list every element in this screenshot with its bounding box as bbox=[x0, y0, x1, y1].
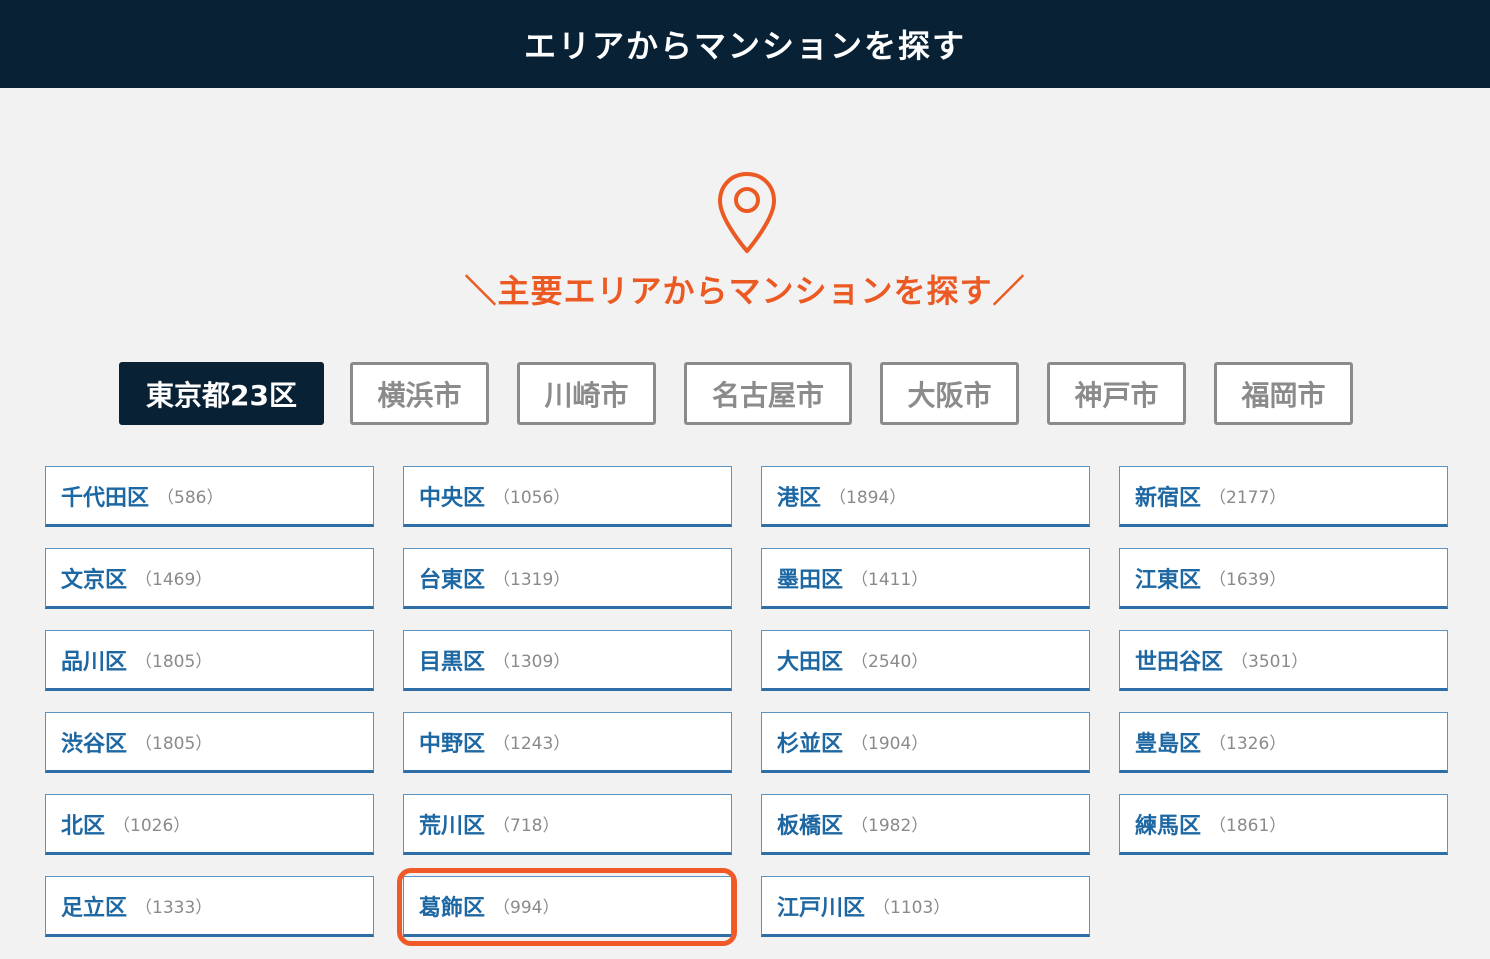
ward-count: （1805） bbox=[135, 652, 213, 672]
ward-item[interactable]: 港区 （1894） bbox=[761, 466, 1090, 527]
ward-item[interactable]: 大田区 （2540） bbox=[761, 630, 1090, 691]
ward-name: 練馬区 bbox=[1135, 813, 1202, 839]
ward-count: （718） bbox=[493, 816, 560, 836]
section-subtitle: ＼主要エリアからマンションを探す／ bbox=[464, 272, 1026, 310]
ward-name: 葛飾区 bbox=[419, 895, 486, 921]
ward-item[interactable]: 墨田区 （1411） bbox=[761, 548, 1090, 609]
ward-name: 目黒区 bbox=[419, 649, 486, 675]
ward-count: （3501） bbox=[1231, 652, 1309, 672]
ward-name: 世田谷区 bbox=[1135, 649, 1224, 675]
ward-name: 板橋区 bbox=[777, 813, 844, 839]
ward-item[interactable]: 中央区 （1056） bbox=[403, 466, 732, 527]
ward-count: （1243） bbox=[493, 734, 571, 754]
ward-count: （1056） bbox=[493, 488, 571, 508]
ward-item[interactable]: 目黒区 （1309） bbox=[403, 630, 732, 691]
header-title: エリアからマンションを探す bbox=[523, 27, 966, 65]
ward-count: （1309） bbox=[493, 652, 571, 672]
ward-item[interactable]: 杉並区 （1904） bbox=[761, 712, 1090, 773]
ward-name: 江東区 bbox=[1135, 567, 1202, 593]
ward-name: 品川区 bbox=[61, 649, 128, 675]
ward-name: 墨田区 bbox=[777, 567, 844, 593]
ward-name: 足立区 bbox=[61, 895, 128, 921]
ward-count: （994） bbox=[493, 898, 560, 918]
tab-fukuoka[interactable]: 福岡市 bbox=[1214, 362, 1353, 425]
ward-item[interactable]: 江戸川区 （1103） bbox=[761, 876, 1090, 937]
ward-count: （586） bbox=[157, 488, 224, 508]
ward-item[interactable]: 文京区 （1469） bbox=[45, 548, 374, 609]
ward-count: （1103） bbox=[873, 898, 951, 918]
tab-kobe[interactable]: 神戸市 bbox=[1047, 362, 1186, 425]
ward-item[interactable]: 荒川区 （718） bbox=[403, 794, 732, 855]
ward-count: （1904） bbox=[851, 734, 929, 754]
tab-nagoya[interactable]: 名古屋市 bbox=[684, 362, 852, 425]
ward-count: （1326） bbox=[1209, 734, 1287, 754]
ward-count: （1411） bbox=[851, 570, 929, 590]
ward-name: 豊島区 bbox=[1135, 731, 1202, 757]
ward-item[interactable]: 練馬区 （1861） bbox=[1119, 794, 1448, 855]
ward-item[interactable]: 世田谷区 （3501） bbox=[1119, 630, 1448, 691]
ward-count: （1861） bbox=[1209, 816, 1287, 836]
ward-name: 台東区 bbox=[419, 567, 486, 593]
ward-count: （1894） bbox=[829, 488, 907, 508]
ward-count: （1982） bbox=[851, 816, 929, 836]
ward-count: （1805） bbox=[135, 734, 213, 754]
ward-count: （1319） bbox=[493, 570, 571, 590]
ward-count: （1026） bbox=[113, 816, 191, 836]
ward-item[interactable]: 江東区 （1639） bbox=[1119, 548, 1448, 609]
ward-name: 杉並区 bbox=[777, 731, 844, 757]
ward-name: 千代田区 bbox=[61, 485, 150, 511]
page-header: エリアからマンションを探す bbox=[0, 0, 1490, 88]
ward-name: 文京区 bbox=[61, 567, 128, 593]
tab-yokohama[interactable]: 横浜市 bbox=[350, 362, 489, 425]
ward-name: 中央区 bbox=[419, 485, 486, 511]
ward-item[interactable]: 新宿区 （2177） bbox=[1119, 466, 1448, 527]
ward-item[interactable]: 台東区 （1319） bbox=[403, 548, 732, 609]
ward-name: 新宿区 bbox=[1135, 485, 1202, 511]
ward-count: （1639） bbox=[1209, 570, 1287, 590]
location-pin-icon bbox=[718, 172, 776, 253]
ward-item[interactable]: 品川区 （1805） bbox=[45, 630, 374, 691]
ward-count: （1469） bbox=[135, 570, 213, 590]
tab-tokyo23[interactable]: 東京都23区 bbox=[119, 362, 324, 425]
ward-item[interactable]: 千代田区 （586） bbox=[45, 466, 374, 527]
ward-name: 北区 bbox=[61, 813, 106, 839]
ward-name: 大田区 bbox=[777, 649, 844, 675]
ward-item[interactable]: 豊島区 （1326） bbox=[1119, 712, 1448, 773]
ward-count: （2540） bbox=[851, 652, 929, 672]
ward-item[interactable]: 中野区 （1243） bbox=[403, 712, 732, 773]
ward-item[interactable]: 渋谷区 （1805） bbox=[45, 712, 374, 773]
ward-name: 江戸川区 bbox=[777, 895, 866, 921]
ward-count: （1333） bbox=[135, 898, 213, 918]
ward-item-katsushika[interactable]: 葛飾区 （994） bbox=[403, 876, 732, 937]
ward-name: 港区 bbox=[777, 485, 822, 511]
ward-item[interactable]: 足立区 （1333） bbox=[45, 876, 374, 937]
tab-kawasaki[interactable]: 川崎市 bbox=[517, 362, 656, 425]
ward-name: 荒川区 bbox=[419, 813, 486, 839]
ward-item[interactable]: 北区 （1026） bbox=[45, 794, 374, 855]
ward-name: 中野区 bbox=[419, 731, 486, 757]
ward-count: （2177） bbox=[1209, 488, 1287, 508]
ward-item[interactable]: 板橋区 （1982） bbox=[761, 794, 1090, 855]
ward-name: 渋谷区 bbox=[61, 731, 128, 757]
tab-osaka[interactable]: 大阪市 bbox=[880, 362, 1019, 425]
